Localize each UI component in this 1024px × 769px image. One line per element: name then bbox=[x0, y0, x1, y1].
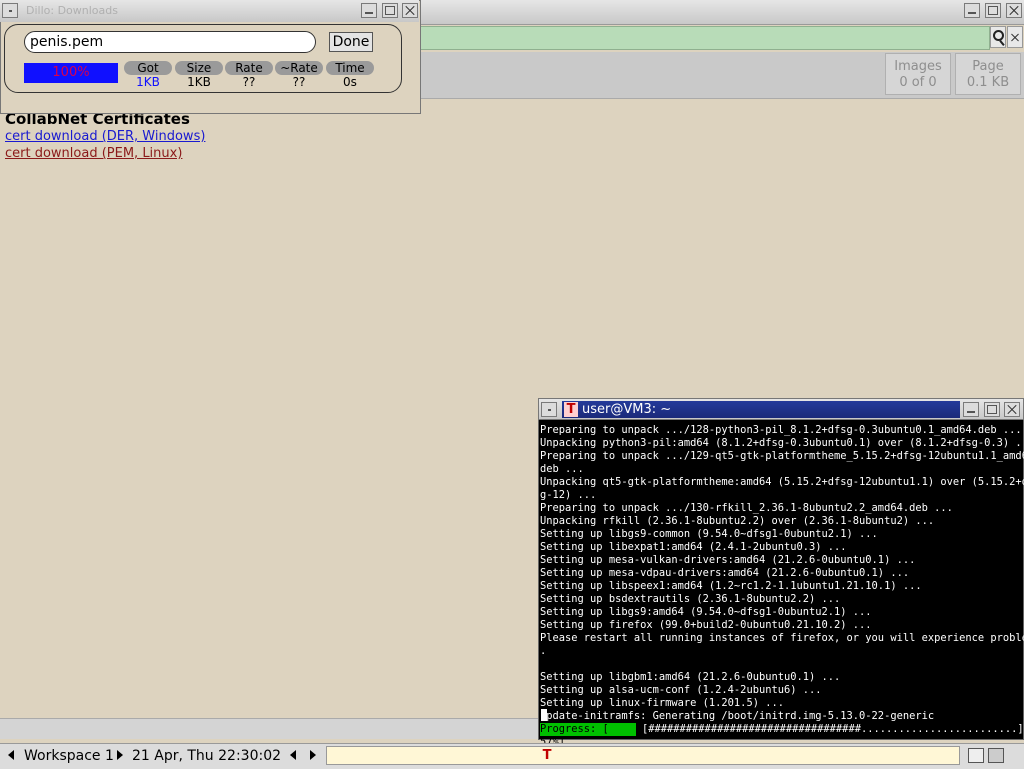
der-download-link[interactable]: cert download (DER, Windows) bbox=[5, 129, 205, 144]
window-list-icon[interactable] bbox=[968, 748, 984, 763]
download-title: Dillo: Downloads bbox=[26, 4, 118, 17]
download-percent: 100% bbox=[52, 65, 90, 80]
terminal-progress-label: Progress: [ 57%] bbox=[540, 723, 636, 748]
close-button[interactable] bbox=[1006, 3, 1022, 18]
task-prev-icon[interactable] bbox=[290, 750, 296, 760]
maximize-button[interactable] bbox=[984, 402, 1000, 417]
clear-url-icon[interactable] bbox=[1007, 26, 1023, 48]
horizontal-scrollbar[interactable] bbox=[0, 718, 538, 739]
clock: 21 Apr, Thu 22:30:02 bbox=[132, 748, 282, 764]
url-input[interactable] bbox=[420, 26, 990, 50]
pem-download-link[interactable]: cert download (PEM, Linux) bbox=[5, 146, 182, 161]
search-icon[interactable] bbox=[990, 26, 1006, 48]
rate-value: ?? bbox=[242, 75, 256, 89]
terminal-progress-bar: [##################################.....… bbox=[642, 723, 1024, 735]
got-value: 1KB bbox=[136, 75, 160, 89]
maximize-button[interactable] bbox=[382, 3, 398, 18]
got-column: Got 1KB bbox=[124, 61, 172, 89]
size-column: Size 1KB bbox=[175, 61, 223, 89]
window-menu-button[interactable] bbox=[541, 402, 557, 417]
avg-rate-column: ~Rate ?? bbox=[275, 61, 323, 89]
task-next-icon[interactable] bbox=[310, 750, 316, 760]
terminal-task-icon[interactable]: T bbox=[540, 748, 554, 763]
page-stat-label: Page bbox=[972, 59, 1004, 74]
maximize-button[interactable] bbox=[985, 3, 1001, 18]
workspace-next-icon[interactable] bbox=[117, 750, 123, 760]
download-filename: penis.pem bbox=[24, 31, 316, 53]
minimize-button[interactable] bbox=[964, 3, 980, 18]
rate-column: Rate ?? bbox=[225, 61, 273, 89]
desktop-icon[interactable] bbox=[988, 748, 1004, 763]
terminal-title: user@VM3: ~ bbox=[582, 402, 672, 417]
size-header: Size bbox=[175, 61, 223, 75]
rate-header: Rate bbox=[225, 61, 273, 75]
close-button[interactable] bbox=[402, 3, 418, 18]
time-column: Time 0s bbox=[326, 61, 374, 89]
avg-rate-header: ~Rate bbox=[275, 61, 323, 75]
window-menu-button[interactable] bbox=[2, 3, 18, 18]
images-stat-value: 0 of 0 bbox=[899, 75, 937, 90]
workspace-label[interactable]: Workspace 1 bbox=[24, 746, 114, 766]
size-value: 1KB bbox=[187, 75, 211, 89]
minimize-button[interactable] bbox=[361, 3, 377, 18]
minimize-button[interactable] bbox=[963, 402, 979, 417]
images-stat-label: Images bbox=[894, 59, 942, 74]
page-size-stat: Page 0.1 KB bbox=[955, 53, 1021, 95]
workspace-prev-icon[interactable] bbox=[8, 750, 14, 760]
terminal-output[interactable]: Preparing to unpack .../128-python3-pil_… bbox=[540, 424, 1024, 723]
task-list[interactable] bbox=[326, 746, 960, 765]
terminal-icon: T bbox=[564, 402, 578, 417]
time-value: 0s bbox=[343, 75, 357, 89]
got-header: Got bbox=[124, 61, 172, 75]
terminal-cursor bbox=[541, 709, 547, 721]
time-header: Time bbox=[326, 61, 374, 75]
done-button[interactable]: Done bbox=[329, 32, 373, 52]
page-stat-value: 0.1 KB bbox=[966, 75, 1010, 90]
avg-rate-value: ?? bbox=[292, 75, 306, 89]
images-stat: Images 0 of 0 bbox=[885, 53, 951, 95]
close-button[interactable] bbox=[1004, 402, 1020, 417]
